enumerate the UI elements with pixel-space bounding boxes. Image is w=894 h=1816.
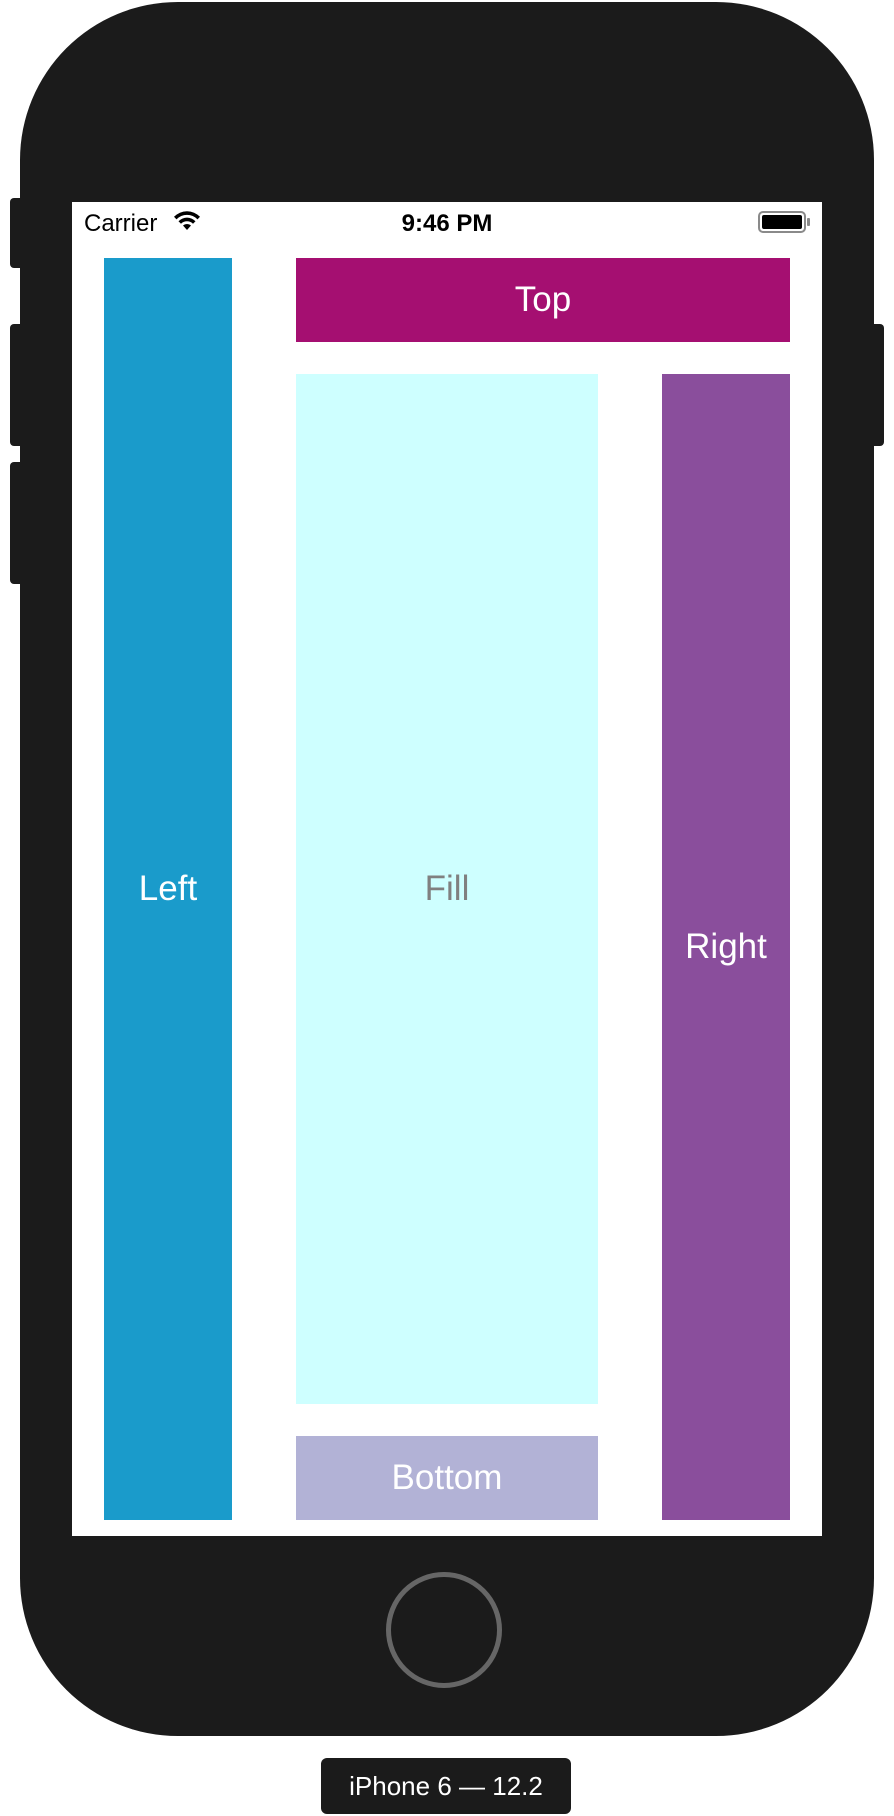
device-label-text: iPhone 6 — 12.2 [349,1770,543,1801]
status-bar: Carrier 9:46 PM [72,202,822,242]
top-panel-label: Top [514,280,572,319]
device-label: iPhone 6 — 12.2 [321,1758,571,1814]
bottom-panel-label: Bottom [391,1458,503,1497]
right-panel-label: Right [685,927,767,966]
bottom-panel: Bottom [296,1436,598,1520]
battery-icon [758,211,810,233]
right-panel: Right [662,374,790,1520]
device-screen: Carrier 9:46 PM Left Top Fill Right Bott… [72,202,822,1536]
top-panel: Top [296,258,790,342]
status-time: 9:46 PM [401,210,493,237]
left-panel-label: Left [138,869,198,908]
fill-panel-label: Fill [424,869,470,908]
left-panel: Left [104,258,232,1520]
fill-panel: Fill [296,374,598,1404]
home-button[interactable] [386,1572,502,1688]
